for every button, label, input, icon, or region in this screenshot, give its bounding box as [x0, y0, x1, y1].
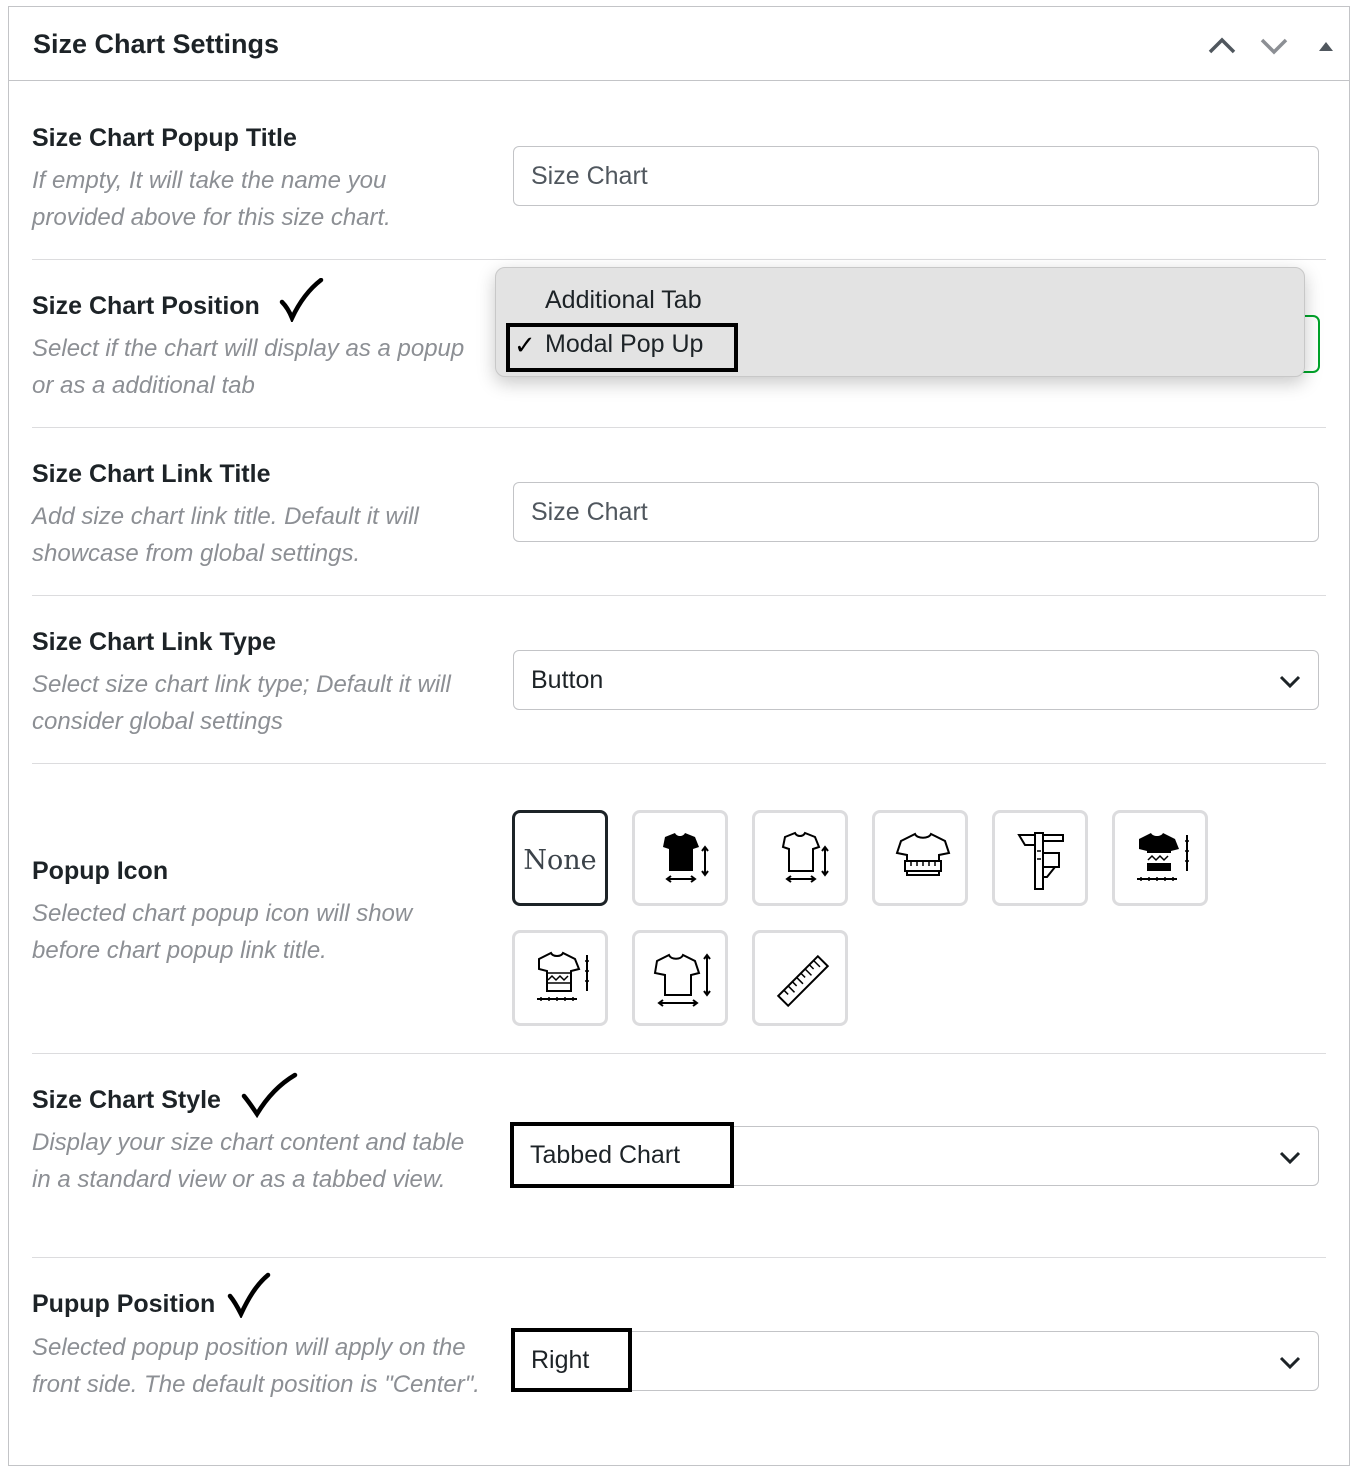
- icon-option-tshirt-outline-measure[interactable]: [752, 810, 848, 906]
- divider: [32, 595, 1326, 596]
- chart-style-description: Display your size chart content and tabl…: [32, 1129, 465, 1193]
- popup-position-value-highlight: Right: [511, 1328, 632, 1392]
- chevron-down-icon: [1279, 1356, 1301, 1370]
- handwritten-check-icon: [227, 1272, 271, 1318]
- caliper-icon: [1017, 832, 1064, 890]
- popup-icon-label: Popup Icon: [32, 857, 169, 885]
- handwritten-check-icon: [241, 1072, 298, 1118]
- chart-style-value: Tabbed Chart: [530, 1141, 681, 1169]
- panel-header: Size Chart Settings: [9, 7, 1349, 81]
- popup-title-description: If empty, It will take the name you prov…: [32, 167, 391, 231]
- tshirt-pattern-outline-ruler-icon: [537, 951, 589, 1001]
- position-dropdown-menu: Additional Tab ✓ Modal Pop Up: [495, 267, 1305, 377]
- icon-option-tshirt-pattern-outline-ruler[interactable]: [512, 930, 608, 1026]
- tshirt-arrows-icon: [653, 953, 711, 1007]
- tshirt-tape-icon: [895, 832, 951, 876]
- popup-position-value: Right: [531, 1346, 590, 1374]
- dropdown-option-additional-tab[interactable]: Additional Tab: [545, 286, 702, 315]
- icon-none-label: None: [523, 845, 597, 876]
- handwritten-check-icon: [279, 278, 324, 322]
- popup-position-label: Pupup Position: [32, 1290, 216, 1318]
- panel-title: Size Chart Settings: [33, 29, 280, 59]
- icon-option-none[interactable]: None: [512, 810, 608, 906]
- icon-option-tshirt-tape[interactable]: [872, 810, 968, 906]
- link-type-description: Select size chart link type; Default it …: [32, 671, 451, 735]
- position-label: Size Chart Position: [32, 292, 260, 320]
- move-up-icon[interactable]: [1205, 29, 1239, 63]
- link-type-value: Button: [531, 666, 604, 694]
- icon-option-ruler[interactable]: [752, 930, 848, 1026]
- popup-position-select[interactable]: [513, 1331, 1319, 1391]
- tshirt-pattern-ruler-icon: [1137, 833, 1189, 881]
- icon-option-tshirt-pattern-ruler[interactable]: [1112, 810, 1208, 906]
- link-title-label: Size Chart Link Title: [32, 460, 271, 488]
- divider: [32, 259, 1326, 260]
- popup-title-label: Size Chart Popup Title: [32, 124, 297, 152]
- tshirt-outline-measure-icon: [781, 831, 829, 883]
- chart-style-label: Size Chart Style: [32, 1086, 221, 1114]
- divider: [32, 1257, 1326, 1258]
- popup-position-description: Selected popup position will apply on th…: [32, 1334, 480, 1398]
- link-type-select[interactable]: Button: [513, 650, 1319, 710]
- ruler-icon: [776, 954, 830, 1008]
- chevron-down-icon: [1279, 675, 1301, 689]
- chevron-down-icon: [1279, 1151, 1301, 1165]
- icon-option-tshirt-solid-measure[interactable]: [632, 810, 728, 906]
- link-title-input[interactable]: Size Chart: [513, 482, 1319, 542]
- link-type-label: Size Chart Link Type: [32, 628, 277, 656]
- chart-style-value-highlight: Tabbed Chart: [510, 1122, 734, 1188]
- collapse-toggle-icon[interactable]: [1309, 29, 1343, 63]
- divider: [32, 1053, 1326, 1054]
- icon-option-caliper[interactable]: [992, 810, 1088, 906]
- popup-title-input[interactable]: Size Chart: [513, 146, 1319, 206]
- link-title-description: Add size chart link title. Default it wi…: [32, 503, 419, 567]
- divider: [32, 763, 1326, 764]
- tshirt-solid-measure-icon: [663, 833, 709, 883]
- popup-icon-description: Selected chart popup icon will show befo…: [32, 900, 413, 964]
- icon-option-tshirt-arrows[interactable]: [632, 930, 728, 1026]
- move-down-icon[interactable]: [1257, 29, 1291, 63]
- divider: [32, 427, 1326, 428]
- position-description: Select if the chart will display as a po…: [32, 335, 465, 399]
- check-icon: ✓: [514, 330, 536, 360]
- dropdown-option-modal-pop-up[interactable]: Modal Pop Up: [545, 330, 703, 359]
